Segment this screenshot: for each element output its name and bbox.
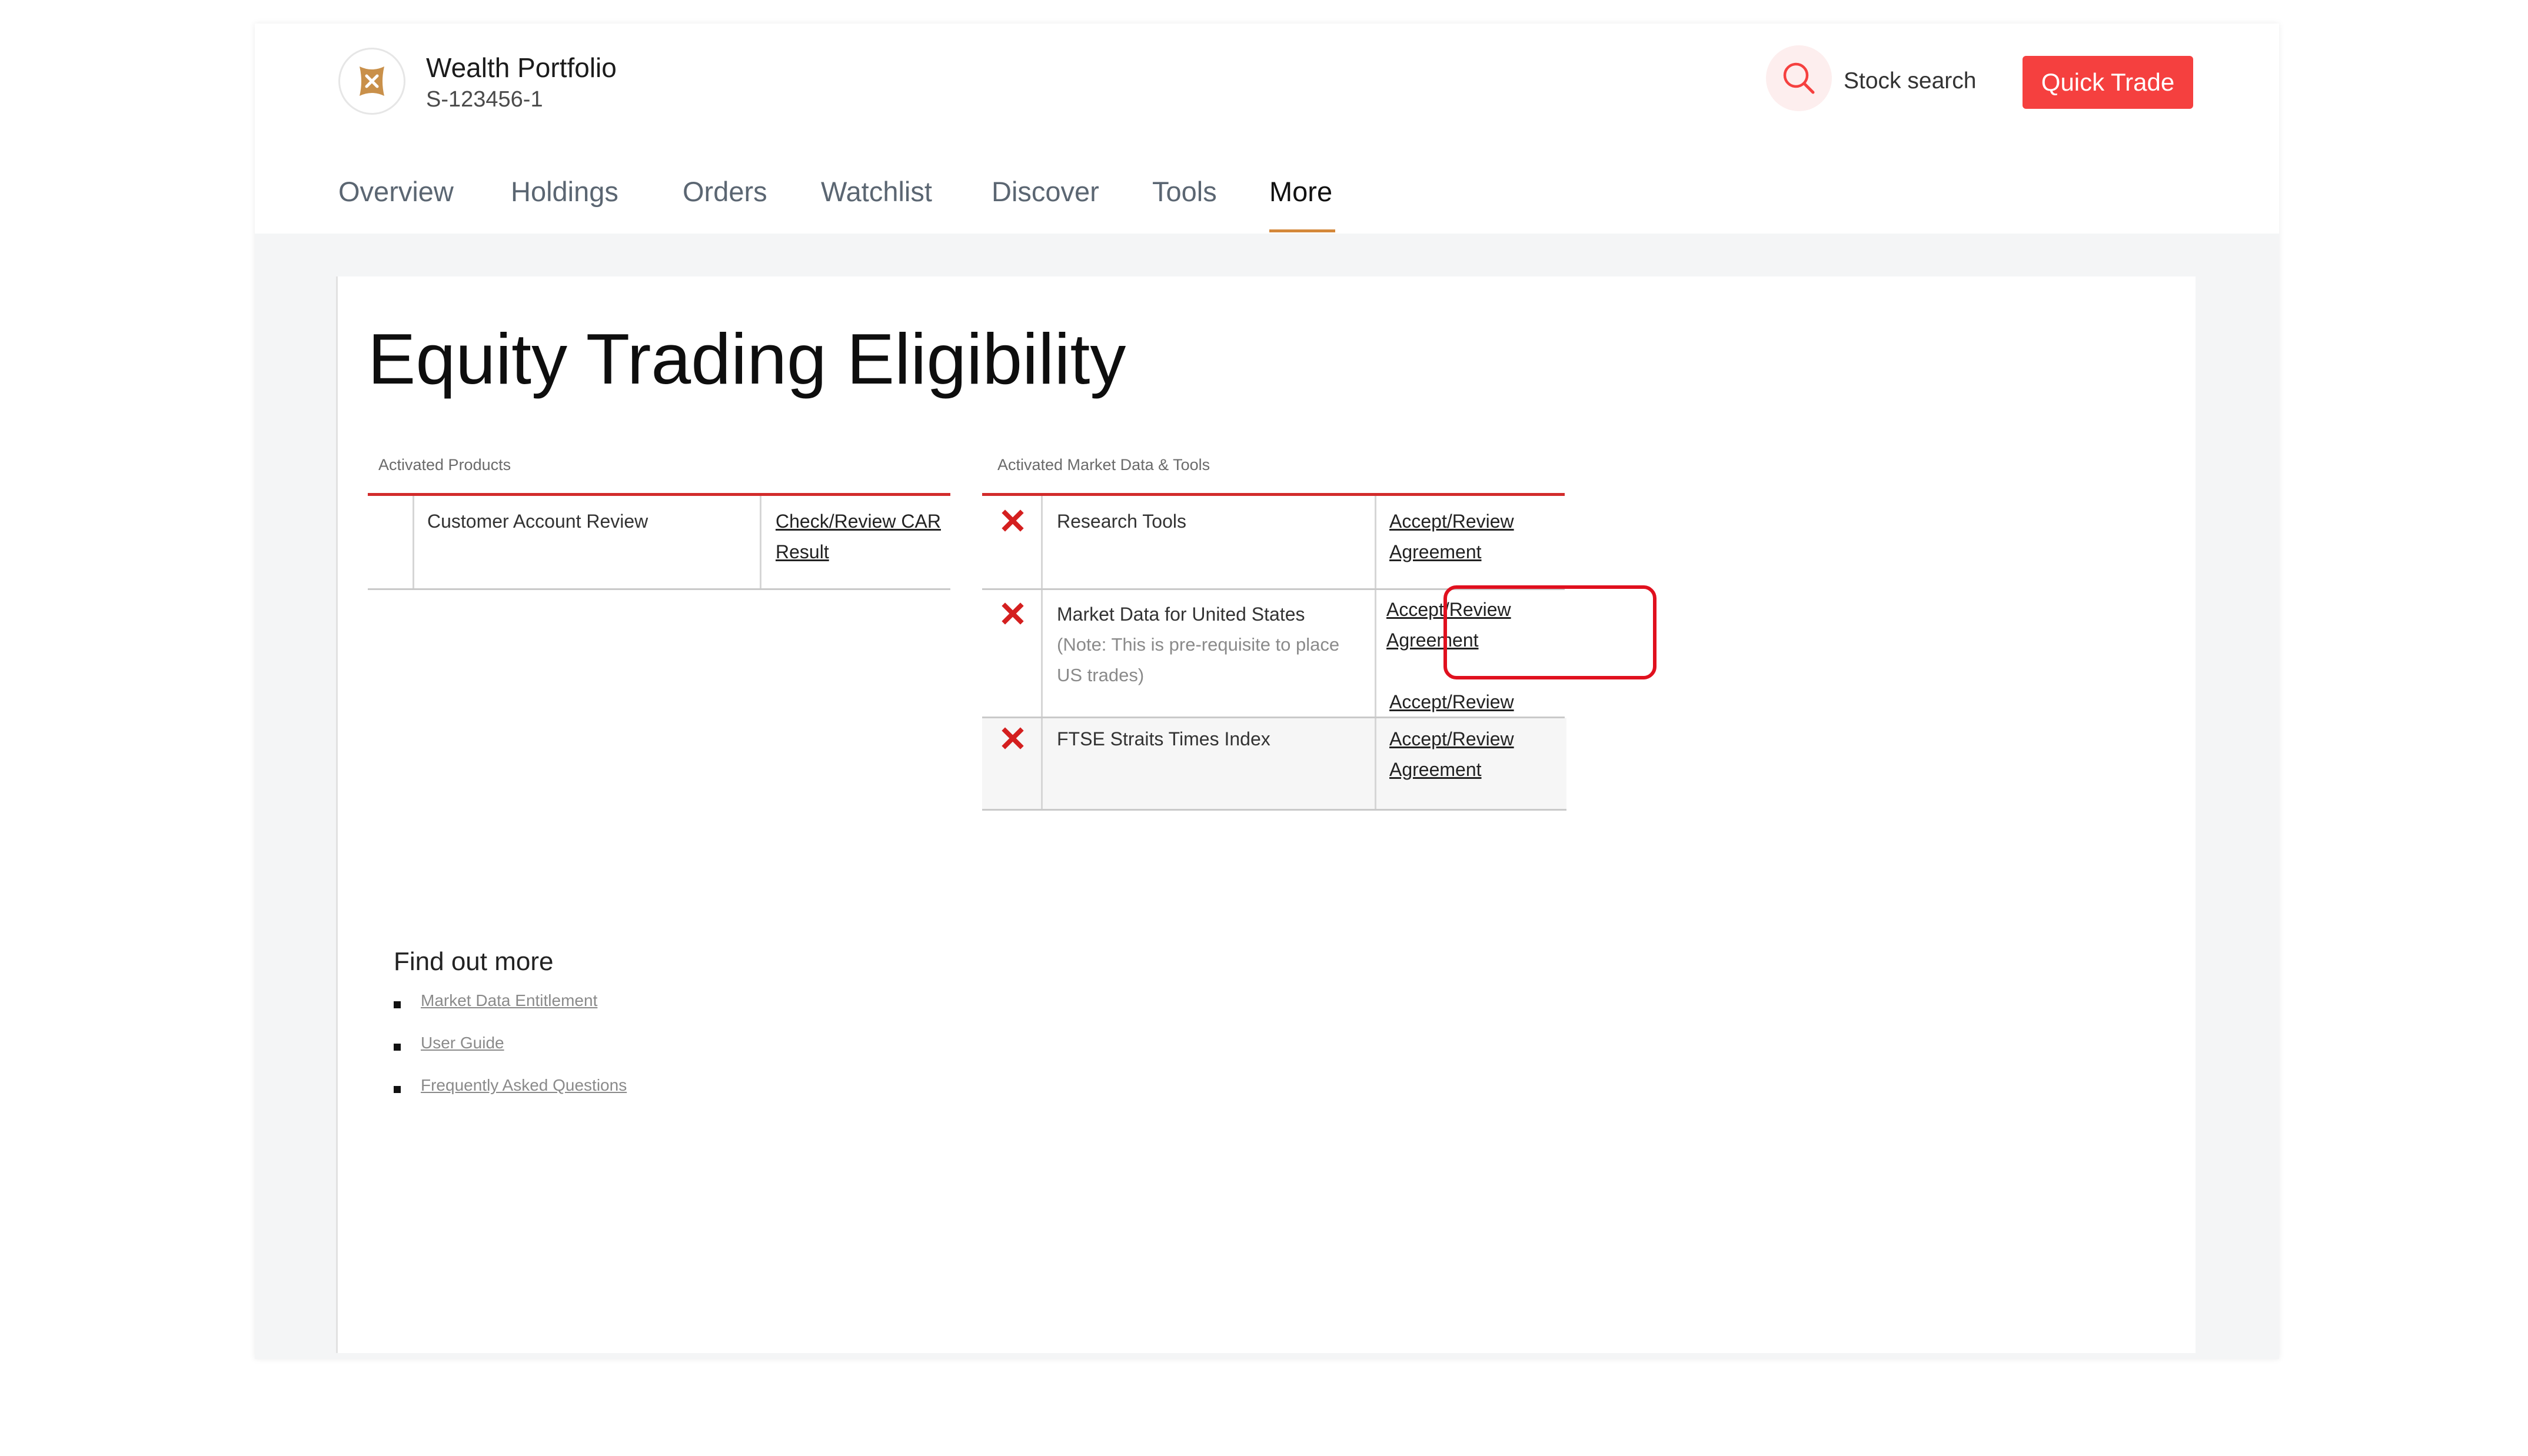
find-out-more-title: Find out more <box>394 947 554 976</box>
link-line: Agreement <box>1389 759 1482 780</box>
quick-trade-button[interactable]: Quick Trade <box>2023 56 2193 109</box>
card-divider <box>336 276 338 1353</box>
page-title: Equity Trading Eligibility <box>368 319 1126 399</box>
column-divider <box>1375 496 1376 811</box>
market-data-name: FTSE Straits Times Index <box>1057 728 1270 749</box>
market-data-label: Activated Market Data & Tools <box>997 456 1210 474</box>
accept-review-agreement-link[interactable]: Accept/Review Agreement <box>1389 724 1578 785</box>
link-line: Accept/Review <box>1389 728 1514 749</box>
table-row-divider <box>982 717 1565 718</box>
column-divider <box>413 496 414 588</box>
active-tab-indicator <box>1269 229 1335 232</box>
tab-tools[interactable]: Tools <box>1152 175 1217 208</box>
x-mark-icon <box>1002 602 1024 625</box>
header: Wealth Portfolio S-123456-1 Stock search… <box>255 24 2279 234</box>
account-name: Wealth Portfolio <box>426 52 617 83</box>
table-row-divider <box>982 809 1566 811</box>
tab-orders[interactable]: Orders <box>683 175 767 208</box>
column-divider <box>1041 496 1043 811</box>
tab-more[interactable]: More <box>1269 175 1332 208</box>
market-data-name: Research Tools <box>1057 511 1186 532</box>
bullet <box>394 1086 401 1093</box>
activated-products-label: Activated Products <box>378 456 511 474</box>
search-icon[interactable] <box>1766 45 1832 111</box>
column-divider <box>760 496 761 588</box>
tab-holdings[interactable]: Holdings <box>511 175 618 208</box>
accept-review-agreement-link[interactable]: Accept/Review Agreement <box>1389 506 1578 567</box>
bullet <box>394 1044 401 1051</box>
user-guide-link[interactable]: User Guide <box>421 1034 504 1052</box>
link-line: Check/Review CAR <box>776 511 941 532</box>
market-data-name: Market Data for United States <box>1057 604 1305 625</box>
faq-link[interactable]: Frequently Asked Questions <box>421 1076 627 1095</box>
product-name: Customer Account Review <box>427 511 648 532</box>
tab-discover[interactable]: Discover <box>992 175 1099 208</box>
account-id: S-123456-1 <box>426 87 543 112</box>
link-line: Agreement <box>1389 541 1482 562</box>
stock-search-link[interactable]: Stock search <box>1844 68 1976 94</box>
app-frame: Wealth Portfolio S-123456-1 Stock search… <box>255 24 2279 1359</box>
accept-review-link[interactable]: Accept/Review <box>1389 687 1578 717</box>
check-review-car-link[interactable]: Check/Review CAR Result <box>776 506 964 567</box>
content-card: Equity Trading Eligibility Activated Pro… <box>336 276 2196 1353</box>
portfolio-logo-icon <box>338 48 405 115</box>
table-row-divider <box>368 588 950 590</box>
link-line: Result <box>776 541 829 562</box>
bullet <box>394 1001 401 1008</box>
market-data-note: (Note: This is pre-requisite to place US… <box>1057 634 1340 685</box>
highlight-box <box>1443 585 1656 679</box>
tab-watchlist[interactable]: Watchlist <box>821 175 932 208</box>
x-mark-icon <box>1002 509 1024 532</box>
tab-overview[interactable]: Overview <box>338 175 454 208</box>
table-header-rule <box>368 493 950 496</box>
market-data-entitlement-link[interactable]: Market Data Entitlement <box>421 991 597 1010</box>
link-line: Accept/Review <box>1389 511 1514 532</box>
table-header-rule <box>982 493 1565 496</box>
x-mark-icon <box>1002 727 1024 749</box>
